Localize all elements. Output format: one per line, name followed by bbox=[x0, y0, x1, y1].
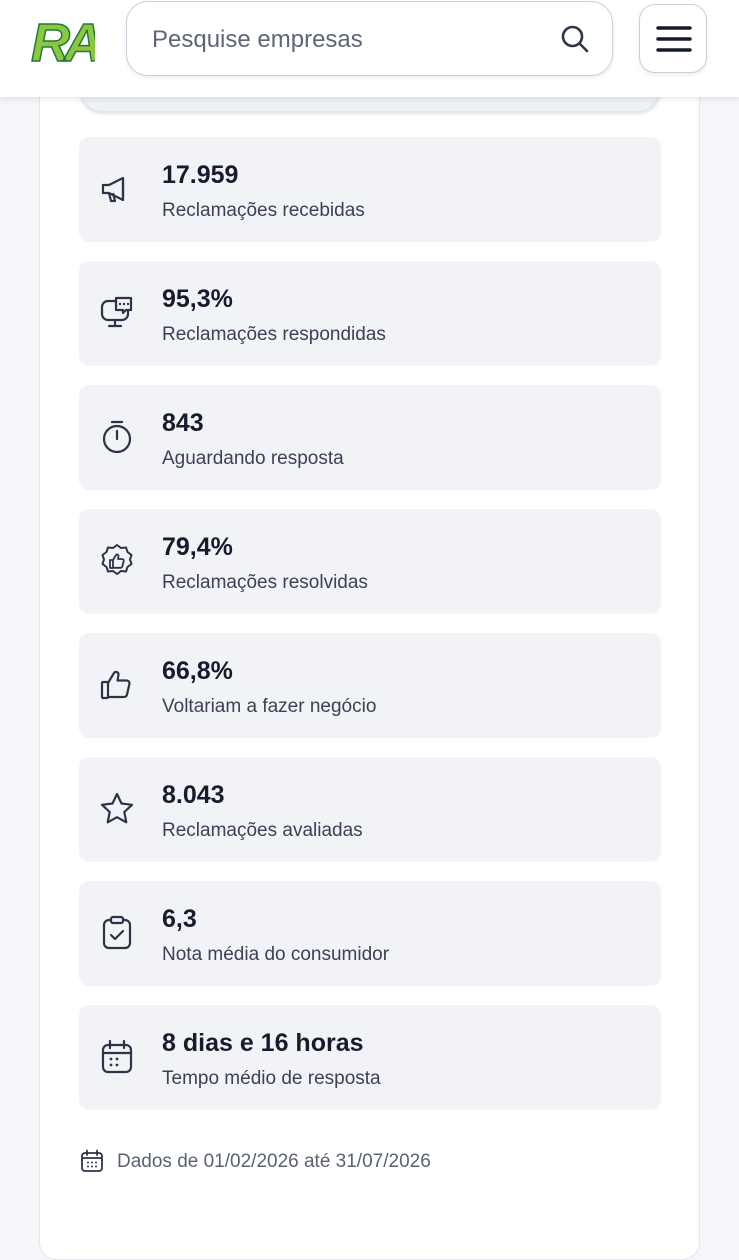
thumbs-up-icon bbox=[100, 670, 131, 700]
stat-value: 79,4% bbox=[162, 533, 233, 561]
svg-text:RA: RA bbox=[31, 14, 95, 66]
stat-card-complaints-answered: 95,3% Reclamações respondidas bbox=[79, 261, 661, 366]
megaphone-icon bbox=[101, 176, 125, 203]
stat-label: Reclamações avaliadas bbox=[162, 820, 363, 841]
top-header: RA Pesquise empresas bbox=[0, 0, 739, 97]
ra-logo-icon: RA bbox=[30, 12, 106, 74]
stat-card-average-consumer-score: 6,3 Nota média do consumidor bbox=[79, 881, 661, 986]
data-period-text: Dados de 01/02/2026 até 31/07/2026 bbox=[117, 1151, 431, 1172]
stat-value: 8 dias e 16 horas bbox=[162, 1029, 364, 1057]
stat-label: Reclamações respondidas bbox=[162, 324, 386, 345]
stat-value: 17.959 bbox=[162, 161, 239, 189]
clipboard-check-icon bbox=[102, 915, 132, 950]
badge-thumbs-up-icon bbox=[101, 544, 133, 575]
stopwatch-icon bbox=[102, 420, 132, 454]
stat-card-complaints-rated: 8.043 Reclamações avaliadas bbox=[79, 757, 661, 862]
stat-label: Aguardando resposta bbox=[162, 448, 344, 469]
stat-card-average-response-time: 8 dias e 16 horas Tempo médio de respost… bbox=[79, 1005, 661, 1110]
stat-card-would-do-business-again: 66,8% Voltariam a fazer negócio bbox=[79, 633, 661, 738]
search-input[interactable]: Pesquise empresas bbox=[126, 1, 613, 76]
menu-button[interactable] bbox=[639, 4, 707, 73]
hamburger-icon bbox=[656, 26, 692, 52]
stat-label: Reclamações resolvidas bbox=[162, 572, 368, 593]
search-placeholder: Pesquise empresas bbox=[152, 26, 363, 53]
stat-label: Tempo médio de resposta bbox=[162, 1068, 381, 1089]
stat-card-complaints-received: 17.959 Reclamações recebidas bbox=[79, 137, 661, 242]
calendar-small-icon bbox=[81, 1149, 103, 1172]
logo[interactable]: RA bbox=[30, 12, 106, 74]
stat-label: Nota média do consumidor bbox=[162, 944, 390, 965]
stat-value: 95,3% bbox=[162, 285, 233, 313]
search-icon[interactable] bbox=[560, 24, 590, 54]
stat-value: 66,8% bbox=[162, 657, 233, 685]
stat-label: Voltariam a fazer negócio bbox=[162, 696, 377, 717]
chat-monitor-icon bbox=[100, 296, 133, 328]
stat-card-complaints-resolved: 79,4% Reclamações resolvidas bbox=[79, 509, 661, 614]
star-icon bbox=[100, 792, 134, 824]
stat-value: 6,3 bbox=[162, 905, 197, 933]
calendar-icon bbox=[101, 1039, 133, 1074]
stat-card-awaiting-response: 843 Aguardando resposta bbox=[79, 385, 661, 490]
stat-value: 8.043 bbox=[162, 781, 225, 809]
stat-label: Reclamações recebidas bbox=[162, 200, 365, 221]
stat-value: 843 bbox=[162, 409, 204, 437]
